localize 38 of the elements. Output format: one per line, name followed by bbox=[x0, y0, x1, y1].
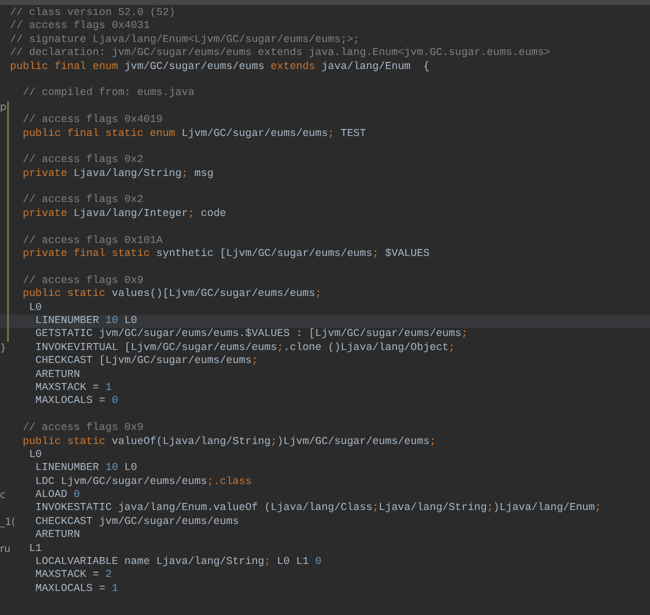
code-line: CHECKCAST [Ljvm/GC/sugar/eums/eums; bbox=[34, 355, 258, 369]
code-line: LINENUMBER 10 L0 bbox=[34, 314, 138, 328]
panel-fragment-text: } bbox=[0, 342, 6, 356]
code-line: // access flags 0x101A bbox=[22, 234, 163, 248]
code-line: // access flags 0x4019 bbox=[22, 114, 163, 128]
code-line: L0 bbox=[28, 302, 42, 315]
code-line: // access flags 0x2 bbox=[22, 194, 144, 208]
code-line: public static values()[Ljvm/GC/sugar/eums/eums; bbox=[22, 288, 322, 302]
code-line: public final static enum Ljvm/GC/sugar/eums/eums; TEST bbox=[22, 128, 366, 141]
code-line: // access flags 0x9 bbox=[22, 274, 144, 288]
code-line: MAXLOCALS = 0 bbox=[34, 395, 118, 409]
code-line: MAXSTACK = 1 bbox=[34, 382, 112, 396]
code-line: L1 bbox=[28, 542, 42, 556]
code-line: ARETURN bbox=[34, 368, 80, 382]
code-line: LDC Ljvm/GC/sugar/eums/eums;.class bbox=[34, 476, 252, 490]
code-line: // access flags 0x4031 bbox=[10, 20, 150, 34]
code-line: L0 bbox=[28, 448, 42, 462]
code-line: private final static synthetic [Ljvm/GC/sugar/eums/eums; $VALUES bbox=[22, 248, 430, 262]
code-line: INVOKESTATIC java/lang/Enum.valueOf (Ljava/lang/Class;Ljava/lang/String;)Ljava/lang/Enum; bbox=[34, 502, 602, 516]
code-line: public final enum jvm/GC/sugar/eums/eums extends java/lang/Enum { bbox=[10, 60, 430, 74]
code-line: LINENUMBER 10 L0 bbox=[34, 462, 138, 476]
code-line: // access flags 0x2 bbox=[22, 154, 144, 168]
code-line: // class version 52.0 (52) bbox=[10, 7, 176, 20]
code-line: // signature Ljava/lang/Enum<Ljvm/GC/sugar/eums/eums;>; bbox=[10, 34, 360, 47]
code-line: MAXLOCALS = 1 bbox=[34, 582, 118, 596]
code-line: // declaration: jvm/GC/sugar/eums/eums extends java.lang.Enum<jvm.GC.sugar.eums.eums> bbox=[10, 47, 550, 61]
code-line: // access flags 0x9 bbox=[22, 422, 144, 436]
code-line: LOCALVARIABLE name Ljava/lang/String; L0 L1 0 bbox=[34, 556, 322, 570]
code-line: private Ljava/lang/Integer; code bbox=[22, 208, 226, 222]
code-line: private Ljava/lang/String; msg bbox=[22, 168, 214, 182]
code-line: MAXSTACK = 2 bbox=[34, 569, 112, 583]
panel-fragment-text: _1( bbox=[0, 516, 16, 530]
code-line: // compiled from: eums.java bbox=[22, 87, 194, 101]
code-line: ALOAD 0 bbox=[34, 489, 80, 502]
code-line: GETSTATIC jvm/GC/sugar/eums/eums.$VALUES : [Ljvm/GC/sugar/eums/eums; bbox=[34, 328, 468, 342]
code-line: INVOKEVIRTUAL [Ljvm/GC/sugar/eums/eums;.clone ()Ljava/lang/Object; bbox=[34, 342, 456, 355]
code-line: public static valueOf(Ljava/lang/String;)Ljvm/GC/sugar/eums/eums; bbox=[22, 436, 436, 449]
code-line: ARETURN bbox=[34, 529, 80, 543]
